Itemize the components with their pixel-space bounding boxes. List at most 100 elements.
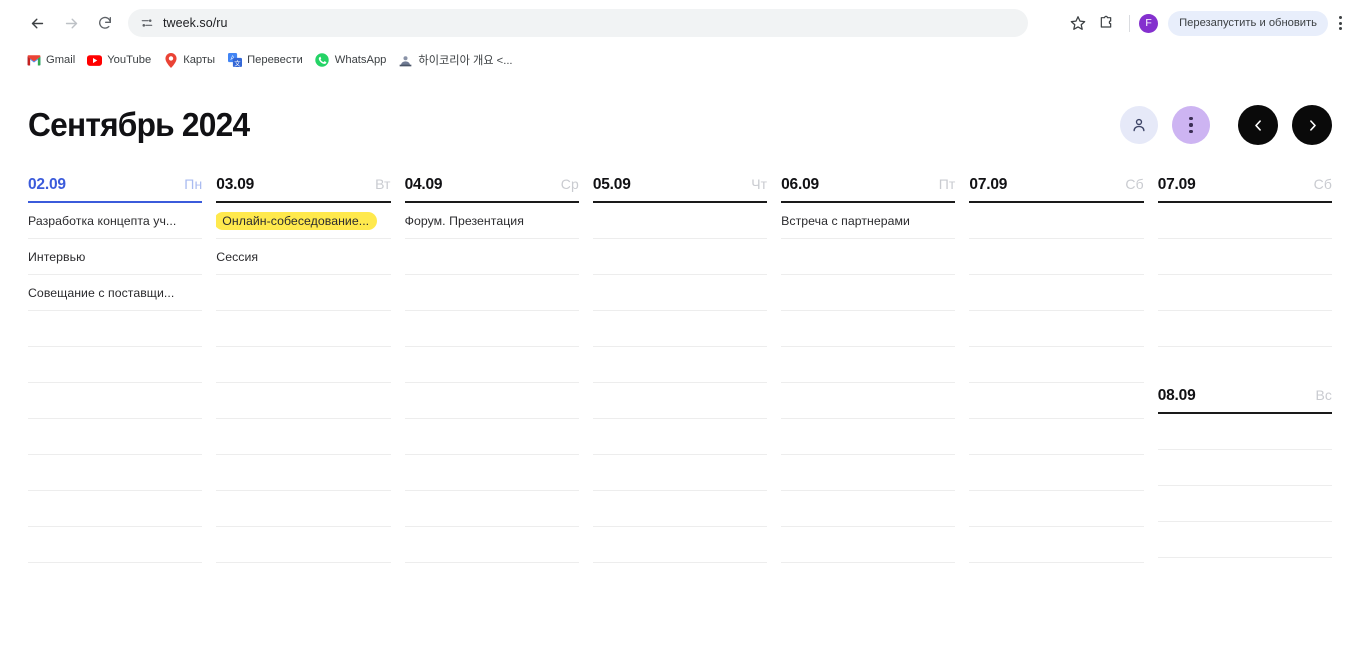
task-row-empty[interactable] bbox=[404, 419, 579, 455]
previous-week-button[interactable] bbox=[1238, 105, 1278, 145]
task-row-empty[interactable] bbox=[28, 383, 203, 419]
task-row-empty[interactable] bbox=[592, 347, 768, 383]
back-button[interactable] bbox=[22, 8, 52, 38]
bookmark-whatsapp[interactable]: WhatsApp bbox=[311, 50, 395, 71]
task-row-empty[interactable] bbox=[592, 455, 768, 491]
task-row-empty[interactable] bbox=[781, 455, 956, 491]
bookmark-hikorea[interactable]: 하이코리아 개요 <... bbox=[394, 49, 520, 71]
task-row-empty[interactable] bbox=[1157, 275, 1332, 311]
day-header[interactable]: 06.09 Пт bbox=[781, 176, 955, 201]
task-row-empty[interactable] bbox=[781, 311, 956, 347]
task-row-empty[interactable] bbox=[216, 311, 391, 347]
task-row-empty[interactable] bbox=[969, 527, 1144, 563]
task-row-empty[interactable] bbox=[781, 527, 956, 563]
day-column-02-09[interactable]: 02.09 Пн Разработка концепта уч... Интер… bbox=[28, 176, 203, 563]
restart-update-button[interactable]: Перезапустить и обновить bbox=[1168, 10, 1328, 36]
bookmark-youtube[interactable]: YouTube bbox=[83, 50, 159, 71]
task-row-empty[interactable] bbox=[592, 203, 768, 239]
task-row-empty[interactable] bbox=[592, 311, 768, 347]
day-column-07-09[interactable]: 07.09 Сб bbox=[969, 176, 1144, 563]
address-bar[interactable]: tweek.so/ru bbox=[128, 9, 1028, 37]
task-row-empty[interactable] bbox=[216, 419, 391, 455]
task-row-empty[interactable] bbox=[404, 383, 579, 419]
day-header[interactable]: 07.09 Сб bbox=[969, 176, 1143, 201]
overflow-menu-button[interactable] bbox=[1172, 106, 1210, 144]
task-row-empty[interactable] bbox=[1157, 239, 1332, 275]
day-block-08-09[interactable]: 08.09 Вс bbox=[1157, 387, 1332, 558]
day-column-06-09[interactable]: 06.09 Пт Встреча с партнерами bbox=[781, 176, 956, 563]
day-header[interactable]: 08.09 Вс bbox=[1158, 387, 1332, 412]
task-row-empty[interactable] bbox=[969, 491, 1144, 527]
task-row-empty[interactable] bbox=[216, 275, 391, 311]
task-row-empty[interactable] bbox=[404, 275, 579, 311]
bookmark-gmail[interactable]: Gmail bbox=[22, 50, 83, 71]
task-row-empty[interactable] bbox=[592, 491, 768, 527]
extensions-button[interactable] bbox=[1092, 9, 1120, 37]
task-row-empty[interactable] bbox=[216, 347, 391, 383]
task-row-empty[interactable] bbox=[404, 527, 579, 563]
task-row-empty[interactable] bbox=[1157, 450, 1332, 486]
day-column-03-09[interactable]: 03.09 Вт Онлайн-собеседование... Сессия bbox=[216, 176, 391, 563]
task-row[interactable]: Форум. Презентация bbox=[404, 203, 579, 239]
task-row-empty[interactable] bbox=[216, 455, 391, 491]
next-week-button[interactable] bbox=[1292, 105, 1332, 145]
bookmark-maps[interactable]: Карты bbox=[159, 50, 223, 71]
task-row-empty[interactable] bbox=[969, 203, 1144, 239]
task-row-empty[interactable] bbox=[969, 311, 1144, 347]
task-row-empty[interactable] bbox=[969, 383, 1144, 419]
task-row-empty[interactable] bbox=[592, 527, 768, 563]
task-row-empty[interactable] bbox=[28, 419, 203, 455]
task-row[interactable]: Совещание с поставщи... bbox=[28, 275, 203, 311]
task-row-empty[interactable] bbox=[1157, 414, 1332, 450]
task-row-empty[interactable] bbox=[1157, 522, 1332, 558]
task-row[interactable]: Интервью bbox=[28, 239, 203, 275]
tune-sliders-icon[interactable] bbox=[140, 16, 154, 30]
day-column-weekend[interactable]: 07.09 Сб 08.09 Вс bbox=[1157, 176, 1332, 563]
day-header[interactable]: 03.09 Вт bbox=[216, 176, 390, 201]
bookmark-translate[interactable]: A 文 Перевести bbox=[223, 50, 311, 71]
task-row-empty[interactable] bbox=[781, 419, 956, 455]
bookmark-star-button[interactable] bbox=[1064, 9, 1092, 37]
task-row-empty[interactable] bbox=[781, 239, 956, 275]
day-column-05-09[interactable]: 05.09 Чт bbox=[592, 176, 768, 563]
task-row-empty[interactable] bbox=[969, 455, 1144, 491]
task-row-empty[interactable] bbox=[969, 419, 1144, 455]
task-row-empty[interactable] bbox=[404, 455, 579, 491]
forward-button[interactable] bbox=[56, 8, 86, 38]
task-row-empty[interactable] bbox=[592, 275, 768, 311]
profile-avatar[interactable]: F bbox=[1139, 13, 1159, 33]
user-account-button[interactable] bbox=[1120, 106, 1158, 144]
task-row-empty[interactable] bbox=[1157, 203, 1332, 239]
task-row-empty[interactable] bbox=[781, 491, 956, 527]
task-row-empty[interactable] bbox=[404, 239, 579, 275]
task-row-empty[interactable] bbox=[216, 383, 391, 419]
task-row-empty[interactable] bbox=[28, 527, 203, 563]
task-row-empty[interactable] bbox=[592, 383, 768, 419]
task-row-empty[interactable] bbox=[216, 491, 391, 527]
task-row-empty[interactable] bbox=[592, 239, 768, 275]
task-row-empty[interactable] bbox=[1157, 486, 1332, 522]
task-row[interactable]: Сессия bbox=[216, 239, 391, 275]
task-row[interactable]: Разработка концепта уч... bbox=[28, 203, 203, 239]
day-column-04-09[interactable]: 04.09 Ср Форум. Презентация bbox=[404, 176, 579, 563]
day-header[interactable]: 04.09 Ср bbox=[405, 176, 579, 201]
task-row-empty[interactable] bbox=[592, 419, 768, 455]
task-row[interactable]: Онлайн-собеседование... bbox=[216, 203, 391, 239]
task-row-empty[interactable] bbox=[28, 491, 203, 527]
task-row-empty[interactable] bbox=[216, 527, 391, 563]
task-row-empty[interactable] bbox=[969, 275, 1144, 311]
reload-button[interactable] bbox=[90, 8, 120, 38]
chrome-menu-button[interactable] bbox=[1330, 10, 1350, 36]
task-row-empty[interactable] bbox=[404, 347, 579, 383]
task-row-empty[interactable] bbox=[28, 347, 203, 383]
task-row-empty[interactable] bbox=[28, 455, 203, 491]
task-row-empty[interactable] bbox=[781, 275, 956, 311]
task-row-empty[interactable] bbox=[781, 383, 956, 419]
task-row-empty[interactable] bbox=[1157, 311, 1332, 347]
task-row[interactable]: Встреча с партнерами bbox=[781, 203, 956, 239]
task-row-empty[interactable] bbox=[404, 491, 579, 527]
day-header[interactable]: 02.09 Пн bbox=[28, 176, 202, 201]
task-row-empty[interactable] bbox=[1158, 347, 1332, 383]
task-row-empty[interactable] bbox=[28, 311, 203, 347]
task-row-empty[interactable] bbox=[404, 311, 579, 347]
